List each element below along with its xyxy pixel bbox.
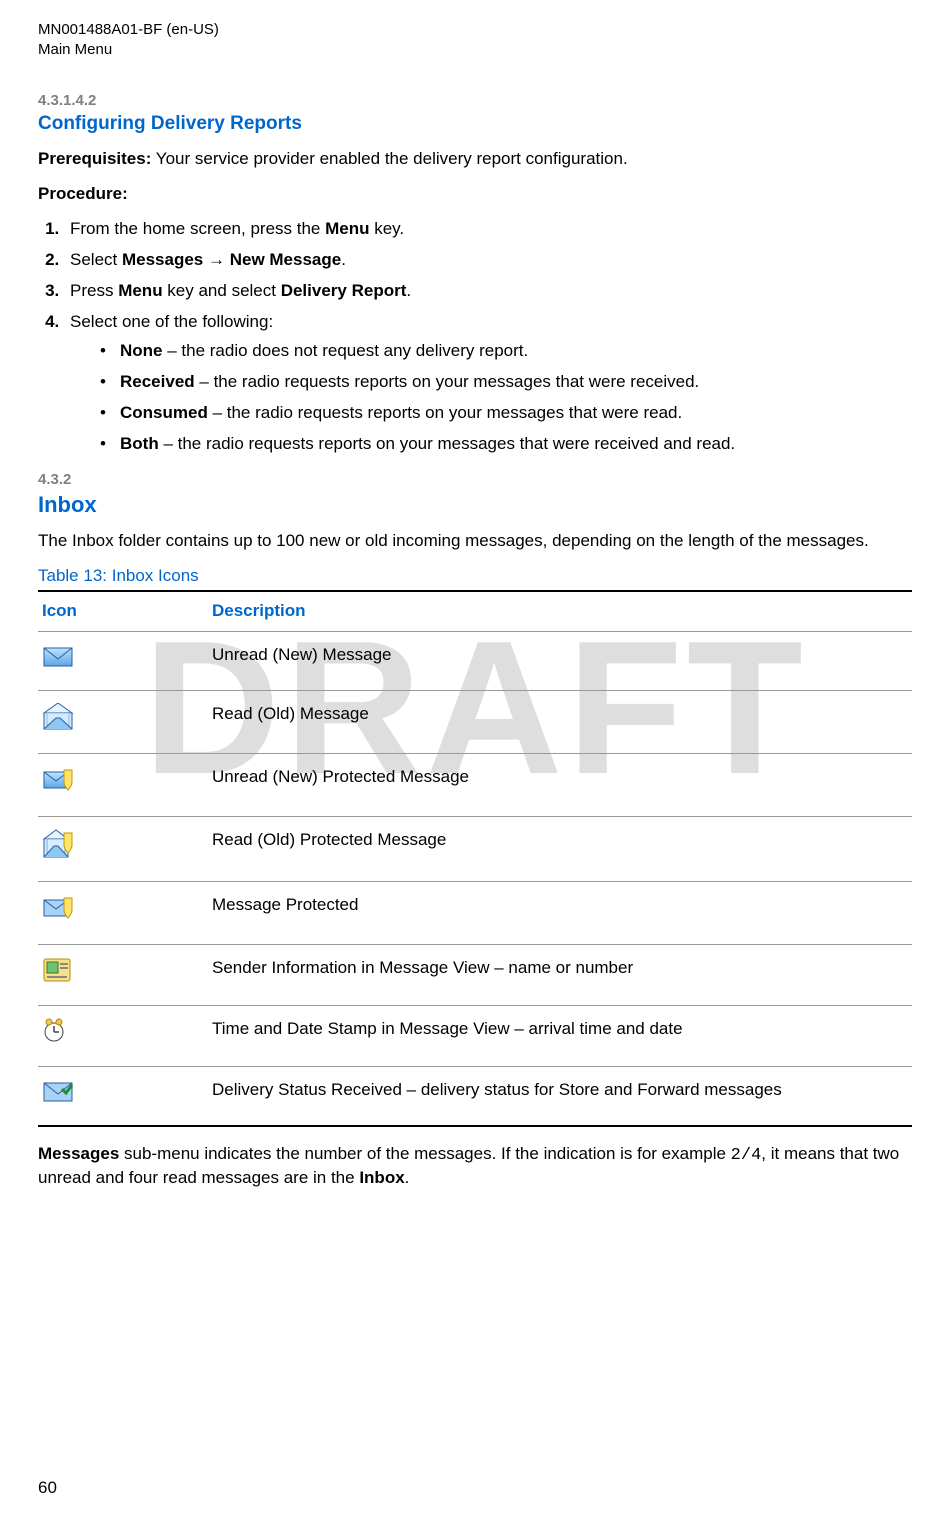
section-title: Configuring Delivery Reports <box>38 111 912 137</box>
table-row: Delivery Status Received – delivery stat… <box>38 1066 912 1126</box>
step-3: Press Menu key and select Delivery Repor… <box>64 280 912 303</box>
th-icon: Icon <box>38 591 208 631</box>
unread-message-icon <box>38 631 208 690</box>
row-desc: Time and Date Stamp in Message View – ar… <box>208 1005 912 1066</box>
th-description: Description <box>208 591 912 631</box>
step-2: Select Messages → New Message. <box>64 249 912 272</box>
inbox-footer-note: Messages sub-menu indicates the number o… <box>38 1143 912 1191</box>
step-1: From the home screen, press the Menu key… <box>64 218 912 241</box>
timestamp-icon <box>38 1005 208 1066</box>
breadcrumb: Main Menu <box>38 40 912 60</box>
option-none: None – the radio does not request any de… <box>100 340 912 363</box>
section-number: 4.3.1.4.2 <box>38 91 912 111</box>
table-caption: Table 13: Inbox Icons <box>38 565 912 588</box>
row-desc: Message Protected <box>208 881 912 944</box>
page-number: 60 <box>38 1477 57 1500</box>
option-both: Both – the radio requests reports on you… <box>100 433 912 456</box>
table-row: Time and Date Stamp in Message View – ar… <box>38 1005 912 1066</box>
row-desc: Sender Information in Message View – nam… <box>208 944 912 1005</box>
prereq-text: Your service provider enabled the delive… <box>151 149 627 168</box>
row-desc: Unread (New) Message <box>208 631 912 690</box>
table-row: Read (Old) Message <box>38 690 912 753</box>
page-header: MN001488A01-BF (en-US) Main Menu <box>38 20 912 61</box>
table-row: Unread (New) Message <box>38 631 912 690</box>
table-row: Sender Information in Message View – nam… <box>38 944 912 1005</box>
table-row: Unread (New) Protected Message <box>38 753 912 816</box>
table-row: Message Protected <box>38 881 912 944</box>
prereq-label: Prerequisites: <box>38 149 151 168</box>
procedure-list: From the home screen, press the Menu key… <box>38 218 912 456</box>
option-received: Received – the radio requests reports on… <box>100 371 912 394</box>
option-consumed: Consumed – the radio requests reports on… <box>100 402 912 425</box>
row-desc: Read (Old) Message <box>208 690 912 753</box>
row-desc: Unread (New) Protected Message <box>208 753 912 816</box>
delivery-status-icon <box>38 1066 208 1126</box>
row-desc: Read (Old) Protected Message <box>208 816 912 881</box>
sender-info-icon <box>38 944 208 1005</box>
row-desc: Delivery Status Received – delivery stat… <box>208 1066 912 1126</box>
step-4: Select one of the following: None – the … <box>64 311 912 456</box>
read-message-icon <box>38 690 208 753</box>
read-protected-message-icon <box>38 816 208 881</box>
doc-id: MN001488A01-BF (en-US) <box>38 20 912 40</box>
unread-protected-message-icon <box>38 753 208 816</box>
procedure-label: Procedure: <box>38 183 912 206</box>
section-number: 4.3.2 <box>38 470 912 490</box>
table-row: Read (Old) Protected Message <box>38 816 912 881</box>
option-list: None – the radio does not request any de… <box>70 340 912 456</box>
inbox-icons-table: Icon Description Unread (New) Message <box>38 590 912 1127</box>
section-title: Inbox <box>38 490 912 520</box>
message-protected-icon <box>38 881 208 944</box>
prerequisites: Prerequisites: Your service provider ena… <box>38 148 912 171</box>
inbox-intro: The Inbox folder contains up to 100 new … <box>38 530 912 553</box>
